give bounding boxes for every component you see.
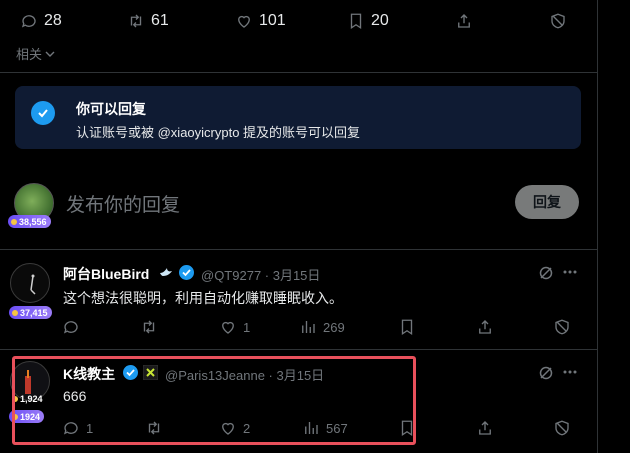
verified-icon — [179, 265, 194, 280]
trophy-icon — [12, 395, 18, 402]
retweet-icon — [143, 320, 155, 334]
more-icon[interactable] — [563, 370, 577, 374]
grok-icon[interactable] — [538, 365, 554, 381]
display-name[interactable]: K线教主 — [63, 364, 115, 384]
bookmark-action[interactable]: 20 — [347, 12, 389, 30]
divider — [0, 72, 598, 73]
share-action[interactable] — [455, 12, 473, 30]
avatar-image — [30, 274, 36, 295]
like-action[interactable]: 2 — [219, 419, 250, 437]
like-count: 2 — [243, 420, 251, 436]
share-action[interactable] — [476, 318, 494, 336]
reply-action[interactable] — [62, 318, 86, 336]
divider — [0, 249, 598, 250]
display-name[interactable]: 阿台BlueBird — [63, 264, 149, 284]
handle-and-date[interactable]: @QT9277 · 3月15日 — [201, 265, 320, 284]
shield-icon — [555, 319, 569, 335]
heart-icon — [222, 321, 234, 334]
reply-restriction-notice: 你可以回复 认证账号或被 @xiaoyicrypto 提及的账号可以回复 — [15, 86, 581, 149]
comment-icon — [63, 321, 78, 334]
trophy-icon — [12, 309, 18, 316]
bookmark-icon — [401, 420, 413, 437]
bookmark-action[interactable] — [398, 318, 416, 336]
views-action[interactable]: 567 — [302, 419, 348, 437]
retweet-icon — [148, 421, 160, 435]
composer-score: 38,556 — [19, 216, 47, 227]
avatar[interactable] — [10, 263, 50, 303]
chevron-down-icon — [45, 51, 55, 57]
grok-icon[interactable] — [538, 265, 554, 281]
like-count: 101 — [259, 12, 286, 29]
related-label: 相关 — [16, 47, 43, 62]
views-chart-icon — [302, 321, 315, 333]
like-action[interactable]: 1 — [219, 318, 250, 336]
moderate-action[interactable] — [553, 318, 571, 336]
comment-icon — [63, 422, 78, 435]
affiliate-badge-icon — [143, 365, 158, 380]
verified-icon — [123, 365, 138, 380]
view-count: 567 — [326, 420, 348, 436]
reply-action[interactable]: 28 — [20, 12, 62, 30]
user-score-badge: 37,415 — [9, 306, 52, 319]
divider — [0, 349, 598, 350]
notice-text: 认证账号或被 @xiaoyicrypto 提及的账号可以回复 — [76, 125, 361, 140]
heart-icon — [222, 422, 234, 435]
share-icon — [479, 320, 491, 334]
bookmark-icon — [350, 13, 362, 30]
share-icon — [458, 14, 470, 28]
notice-title: 你可以回复 — [76, 101, 146, 117]
bookmark-icon — [401, 319, 413, 336]
retweet-action[interactable] — [145, 419, 163, 437]
user-score-overlay-value: 1,924 — [20, 393, 43, 404]
comment-icon — [21, 15, 36, 28]
retweet-action[interactable] — [140, 318, 158, 336]
trophy-icon — [11, 218, 17, 225]
moderate-action[interactable] — [549, 12, 567, 30]
user-score-badge: 1924 — [9, 410, 45, 423]
reply-count: 1 — [86, 420, 94, 436]
composer-score-badge: 38,556 — [8, 215, 51, 228]
reply-input[interactable]: 发布你的回复 — [66, 190, 180, 217]
more-icon[interactable] — [563, 270, 577, 274]
tweet-text: 这个想法很聪明，利用自动化赚取睡眠收入。 — [63, 290, 343, 306]
bookmark-action[interactable] — [398, 419, 416, 437]
views-chart-icon — [305, 422, 318, 434]
verified-badge-icon — [31, 101, 55, 125]
views-action[interactable]: 269 — [299, 318, 345, 336]
related-toggle[interactable]: 相关 — [16, 44, 55, 63]
view-count: 269 — [323, 319, 345, 335]
like-action[interactable]: 101 — [235, 12, 286, 30]
share-action[interactable] — [476, 419, 494, 437]
retweet-count: 61 — [151, 12, 169, 29]
reply-button[interactable]: 回复 — [515, 185, 579, 219]
share-icon — [479, 421, 491, 435]
reply-action[interactable]: 1 — [62, 419, 93, 437]
retweet-icon — [130, 14, 142, 28]
handle-and-date[interactable]: @Paris13Jeanne · 3月15日 — [165, 365, 324, 384]
conversation-column: 28 61 101 20 相关 你可以回复 认证账号或被 @xiaoyicryp… — [0, 0, 598, 453]
retweet-action[interactable]: 61 — [127, 12, 169, 30]
user-score: 37,415 — [20, 307, 48, 318]
shield-icon — [555, 420, 569, 436]
tweet-text: 666 — [63, 388, 87, 404]
like-count: 1 — [243, 319, 251, 335]
reply-count: 28 — [44, 12, 62, 29]
bird-emoji-icon — [160, 268, 172, 276]
user-score: 1924 — [20, 411, 41, 422]
trophy-icon — [12, 413, 18, 420]
shield-icon — [551, 13, 565, 29]
heart-icon — [238, 15, 250, 28]
moderate-action[interactable] — [553, 419, 571, 437]
bookmark-count: 20 — [371, 12, 389, 29]
scrollbar-track[interactable] — [598, 0, 630, 453]
user-score-overlay: 1,924 — [12, 392, 43, 405]
